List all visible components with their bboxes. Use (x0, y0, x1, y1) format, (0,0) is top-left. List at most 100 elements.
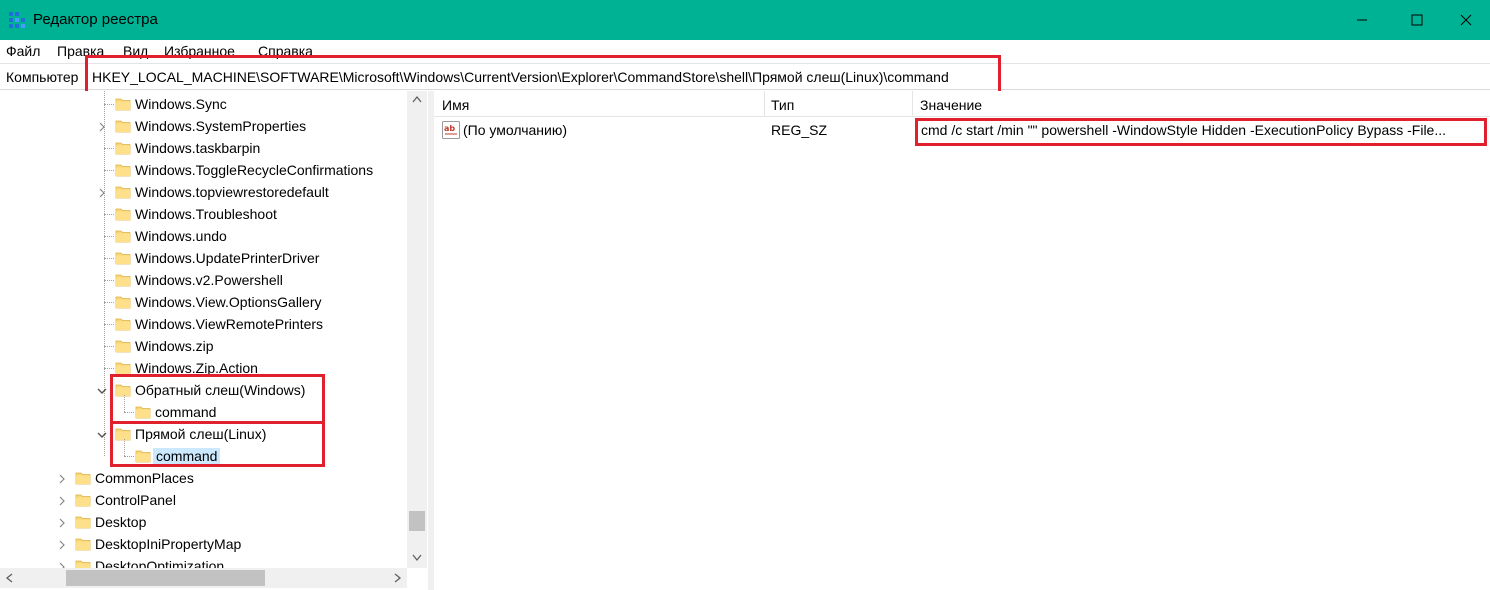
value-row[interactable]: ab (По умолчанию) REG_SZ cmd /c start /m… (434, 119, 1490, 143)
tree-item-label[interactable]: command (155, 404, 216, 420)
minimize-button[interactable] (1338, 0, 1386, 40)
chevron-right-icon[interactable] (57, 538, 67, 550)
tree-connector (104, 346, 114, 347)
tree-item[interactable]: Windows.View.OptionsGallery (0, 291, 407, 313)
tree-item-label[interactable]: Windows.v2.Powershell (135, 272, 283, 288)
chevron-right-icon[interactable] (97, 186, 107, 198)
values-list[interactable]: Имя Тип Значение ab (По умолчанию) REG_S… (434, 91, 1490, 590)
tree-item[interactable]: Windows.v2.Powershell (0, 269, 407, 291)
tree-item[interactable]: Windows.undo (0, 225, 407, 247)
column-separator[interactable] (764, 91, 765, 117)
folder-icon (115, 383, 131, 397)
folder-icon (115, 295, 131, 309)
tree-connector (104, 280, 114, 281)
folder-icon (75, 515, 91, 529)
tree-item[interactable]: CommonPlaces (0, 467, 407, 489)
tree-item-label[interactable]: Windows.UpdatePrinterDriver (135, 250, 319, 266)
address-label: Компьютер (6, 69, 79, 85)
tree-item[interactable]: Windows.UpdatePrinterDriver (0, 247, 407, 269)
tree-item[interactable]: Windows.Troubleshoot (0, 203, 407, 225)
tree-connector (104, 148, 114, 149)
value-data[interactable]: cmd /c start /min "" powershell -WindowS… (921, 122, 1446, 138)
scroll-down-icon[interactable] (412, 554, 422, 562)
tree-item-label[interactable]: DesktopIniPropertyMap (95, 536, 241, 552)
chevron-right-icon[interactable] (97, 120, 107, 132)
column-value[interactable]: Значение (920, 97, 982, 113)
column-separator[interactable] (912, 91, 913, 117)
chevron-down-icon[interactable] (97, 428, 107, 440)
tree-item-label[interactable]: Windows.topviewrestoredefault (135, 184, 329, 200)
tree-item-label[interactable]: Windows.ViewRemotePrinters (135, 316, 323, 332)
tree-horizontal-scrollbar[interactable] (0, 568, 407, 588)
menu-edit[interactable]: Правка (57, 43, 104, 59)
tree-item[interactable]: command (0, 439, 407, 467)
folder-icon (115, 339, 131, 353)
tree-item-label[interactable]: command (153, 448, 221, 464)
tree-connector (124, 395, 125, 412)
folder-icon (115, 273, 131, 287)
tree-item[interactable]: Прямой слеш(Linux) (0, 423, 407, 445)
maximize-button[interactable] (1393, 0, 1441, 40)
tree-item-label[interactable]: Windows.SystemProperties (135, 118, 306, 134)
tree-item-label[interactable]: Windows.View.OptionsGallery (135, 294, 321, 310)
tree-item-label[interactable]: Windows.zip (135, 338, 214, 354)
tree-item-label[interactable]: Windows.undo (135, 228, 227, 244)
tree-item[interactable]: Desktop (0, 511, 407, 533)
menu-favorites[interactable]: Избранное (164, 43, 235, 59)
chevron-down-icon[interactable] (97, 384, 107, 396)
menu-file[interactable]: Файл (6, 43, 40, 59)
tree-connector (104, 214, 114, 215)
tree-item-label[interactable]: Windows.Sync (135, 96, 227, 112)
tree-connector (104, 258, 114, 259)
close-icon (1460, 14, 1472, 26)
tree-item[interactable]: Windows.topviewrestoredefault (0, 181, 407, 203)
folder-icon (115, 97, 131, 111)
tree-item[interactable]: Windows.taskbarpin (0, 137, 407, 159)
address-bar[interactable]: Компьютер HKEY_LOCAL_MACHINE\SOFTWARE\Mi… (0, 64, 1490, 90)
tree-item[interactable]: Windows.SystemProperties (0, 115, 407, 137)
horizontal-scroll-thumb[interactable] (66, 570, 265, 586)
tree-item-label[interactable]: Desktop (95, 514, 146, 530)
tree-item[interactable]: ControlPanel (0, 489, 407, 511)
tree-item[interactable]: command (0, 395, 407, 423)
column-type[interactable]: Тип (771, 97, 794, 113)
tree-item[interactable]: Windows.ToggleRecycleConfirmations (0, 159, 407, 181)
scroll-left-icon[interactable] (5, 573, 13, 583)
tree-item-label[interactable]: Windows.taskbarpin (135, 140, 260, 156)
address-path[interactable]: HKEY_LOCAL_MACHINE\SOFTWARE\Microsoft\Wi… (92, 69, 949, 85)
tree-item-label[interactable]: Прямой слеш(Linux) (135, 426, 266, 442)
folder-icon (115, 207, 131, 221)
tree-item[interactable]: Windows.Sync (0, 93, 407, 115)
menu-view[interactable]: Вид (123, 43, 148, 59)
column-name[interactable]: Имя (442, 97, 469, 113)
scroll-up-icon[interactable] (412, 95, 422, 103)
tree-item-label[interactable]: Обратный слеш(Windows) (135, 382, 305, 398)
tree-item[interactable]: Windows.ViewRemotePrinters (0, 313, 407, 335)
folder-icon (115, 141, 131, 155)
tree-item-label[interactable]: CommonPlaces (95, 470, 194, 486)
menu-bar: Файл Правка Вид Избранное Справка (0, 40, 1490, 64)
scroll-right-icon[interactable] (394, 573, 402, 583)
tree-vertical-scrollbar[interactable] (407, 91, 427, 568)
tree-item-label[interactable]: Windows.Troubleshoot (135, 206, 277, 222)
tree-connector (124, 439, 125, 456)
chevron-right-icon[interactable] (57, 472, 67, 484)
vertical-scroll-thumb[interactable] (409, 511, 425, 531)
tree-item-label[interactable]: Windows.Zip.Action (135, 360, 258, 376)
folder-icon (115, 185, 131, 199)
list-header: Имя Тип Значение (434, 91, 1490, 117)
maximize-icon (1411, 14, 1423, 26)
tree-item[interactable]: Windows.zip (0, 335, 407, 357)
close-button[interactable] (1442, 0, 1490, 40)
chevron-right-icon[interactable] (57, 516, 67, 528)
tree-item-label[interactable]: Windows.ToggleRecycleConfirmations (135, 162, 373, 178)
folder-icon (75, 493, 91, 507)
tree-item[interactable]: Windows.Zip.Action (0, 357, 407, 379)
menu-help[interactable]: Справка (258, 43, 313, 59)
tree-connector (104, 236, 114, 237)
tree-item-label[interactable]: ControlPanel (95, 492, 176, 508)
key-tree[interactable]: Windows.Sync Windows.SystemProperties Wind… (0, 91, 428, 590)
chevron-right-icon[interactable] (57, 494, 67, 506)
tree-item[interactable]: DesktopIniPropertyMap (0, 533, 407, 555)
tree-item[interactable]: Обратный слеш(Windows) (0, 379, 407, 401)
